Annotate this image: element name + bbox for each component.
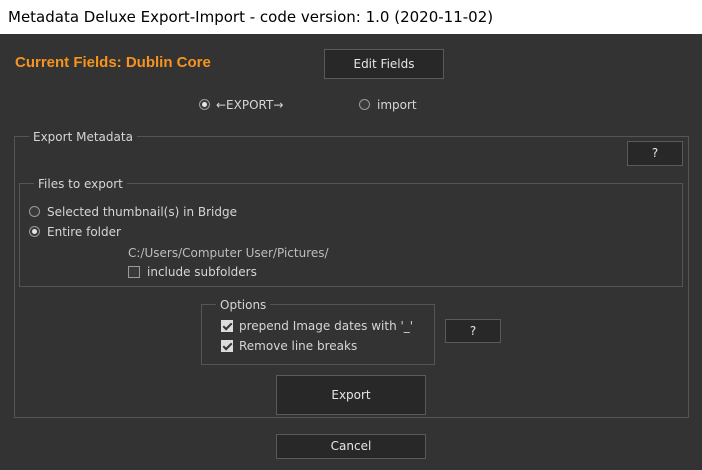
import-mode-radio[interactable] (359, 99, 370, 110)
prepend-dates-checkbox[interactable] (221, 320, 233, 332)
entire-folder-radio[interactable] (29, 226, 40, 237)
dialog-panel: Current Fields: Dublin Core Edit Fields … (0, 34, 702, 470)
cancel-button[interactable]: Cancel (276, 434, 426, 459)
import-mode-label: import (377, 98, 417, 112)
selected-thumbnails-label: Selected thumbnail(s) in Bridge (47, 205, 237, 219)
export-mode-label: ←EXPORT→ (216, 98, 284, 112)
export-mode-radio[interactable] (199, 99, 210, 110)
include-subfolders-checkbox[interactable] (128, 266, 140, 278)
options-label: Options (216, 298, 271, 312)
remove-line-breaks-checkbox[interactable] (221, 340, 233, 352)
files-to-export-label: Files to export (34, 177, 127, 191)
current-fields-heading: Current Fields: Dublin Core (15, 54, 211, 71)
window-title: Metadata Deluxe Export-Import - code ver… (8, 8, 494, 26)
export-button[interactable]: Export (276, 375, 426, 415)
selected-thumbnails-radio[interactable] (29, 206, 40, 217)
entire-folder-label: Entire folder (47, 225, 121, 239)
folder-path: C:/Users/Computer User/Pictures/ (128, 246, 329, 260)
export-metadata-label: Export Metadata (29, 130, 137, 144)
export-help-button[interactable]: ? (627, 141, 683, 166)
remove-line-breaks-label: Remove line breaks (239, 339, 358, 353)
include-subfolders-label: include subfolders (147, 265, 257, 279)
prepend-dates-label: prepend Image dates with '_' (239, 319, 414, 333)
window-titlebar: Metadata Deluxe Export-Import - code ver… (0, 0, 702, 34)
options-group (201, 304, 435, 365)
options-help-button[interactable]: ? (445, 319, 501, 343)
edit-fields-button[interactable]: Edit Fields (324, 49, 444, 79)
